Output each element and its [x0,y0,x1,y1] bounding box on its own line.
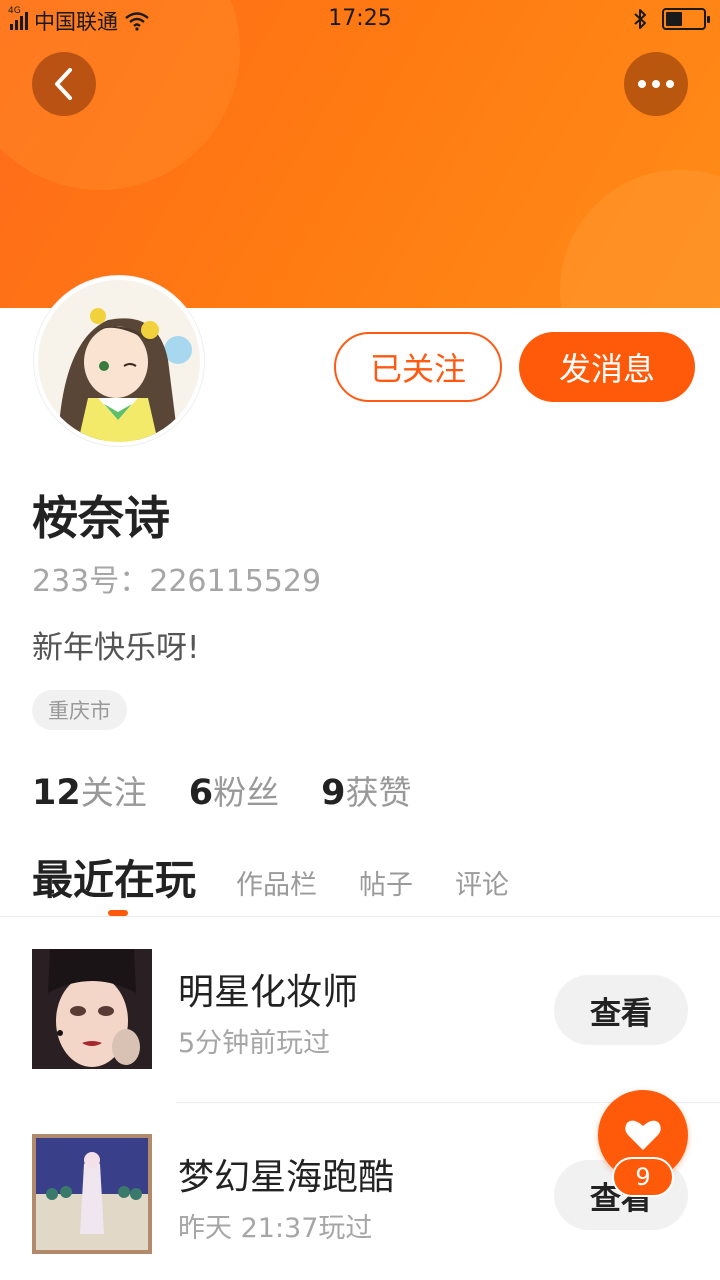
banner-decoration [560,170,720,308]
like-count-badge: 9 [612,1157,674,1197]
game-title: 明星化妆师 [178,972,359,1013]
location-badge: 重庆市 [32,690,127,730]
stat-likes[interactable]: 9获赞 [321,766,411,814]
tab-works[interactable]: 作品栏 [236,863,317,902]
view-button[interactable]: 查看 [554,975,688,1045]
more-dots-icon [638,80,674,88]
profile-tabs: 最近在玩 作品栏 帖子 评论 [32,846,551,906]
profile-bio: 新年快乐呀! [32,630,200,666]
status-bar: 4G 中国联通 17:25 [0,0,720,40]
battery-level [666,12,683,26]
tabs-divider [0,916,720,917]
tab-comments[interactable]: 评论 [455,863,509,902]
profile-name: 桉奈诗 [32,491,170,545]
stat-number: 6 [188,773,214,813]
stat-number: 12 [32,773,81,813]
profile-uid: 233号：226115529 [32,564,322,599]
game-last-played: 5分钟前玩过 [178,1028,331,1059]
profile-header-banner [0,0,720,308]
send-message-button[interactable]: 发消息 [519,332,695,402]
list-item[interactable]: 明星化妆师 5分钟前玩过 查看 [0,949,720,1089]
game-thumbnail [32,949,152,1069]
stat-number: 9 [321,773,346,813]
battery-icon [662,8,710,30]
avatar-image [38,280,200,442]
back-button[interactable] [32,52,96,116]
game-thumbnail [32,1134,152,1254]
avatar[interactable] [34,276,204,446]
stat-followers[interactable]: 6粉丝 [189,766,279,814]
stat-following[interactable]: 12关注 [32,766,147,814]
game-title: 梦幻星海跑酷 [178,1157,395,1198]
tab-posts[interactable]: 帖子 [359,863,413,902]
stat-label: 获赞 [345,773,412,812]
stat-label: 关注 [80,773,147,812]
more-options-button[interactable] [624,52,688,116]
clock: 17:25 [328,6,392,31]
profile-stats: 12关注 6粉丝 9获赞 [32,766,411,814]
followed-button[interactable]: 已关注 [334,332,502,402]
chevron-left-icon [55,68,72,100]
game-last-played: 昨天 21:37玩过 [178,1213,373,1244]
stat-label: 粉丝 [213,773,280,812]
tab-recently-played[interactable]: 最近在玩 [32,846,196,906]
bluetooth-icon [634,9,646,29]
heart-icon [625,1120,661,1150]
